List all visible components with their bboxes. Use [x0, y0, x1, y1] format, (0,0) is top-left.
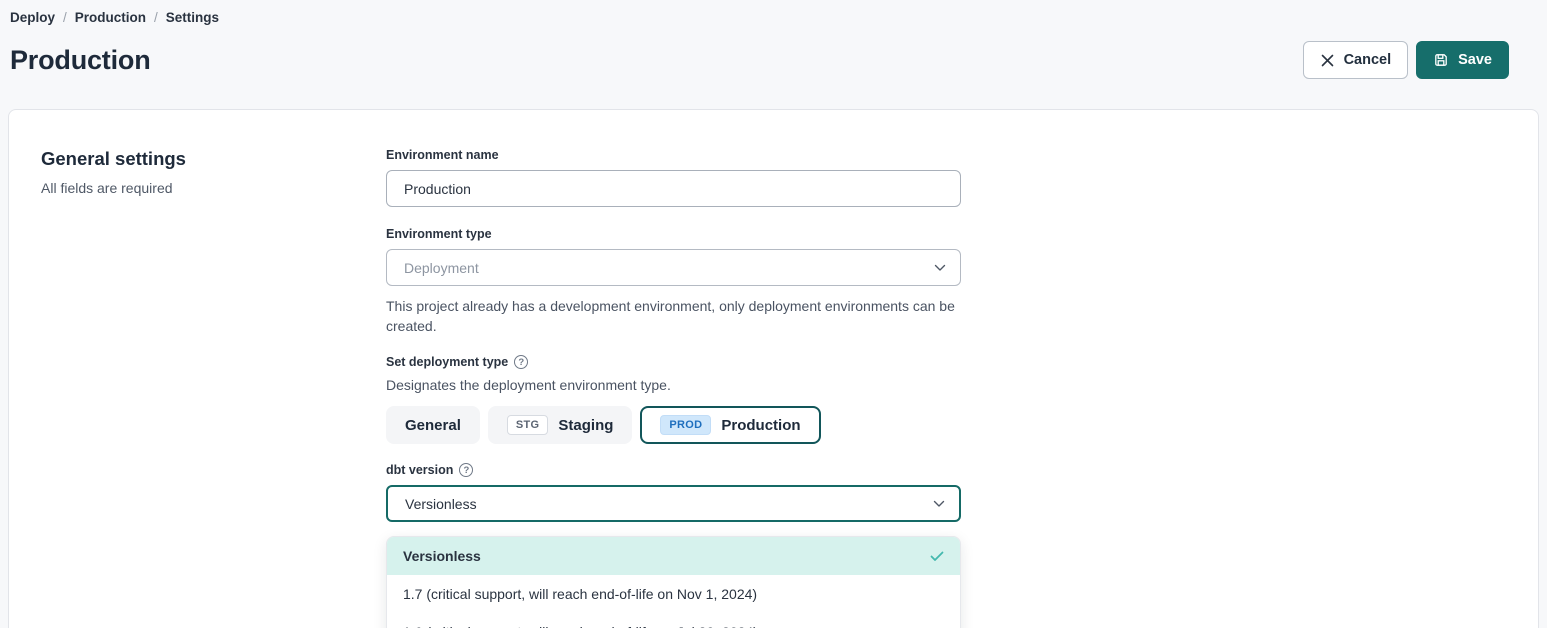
deployment-type-option-label: General — [405, 417, 461, 434]
deployment-type-description: Designates the deployment environment ty… — [386, 377, 961, 393]
deployment-type-label: Set deployment type — [386, 355, 961, 369]
breadcrumb-deploy[interactable]: Deploy — [10, 10, 55, 25]
deployment-type-options: General STG Staging PROD Production — [386, 406, 961, 444]
section-info: General settings All fields are required — [41, 148, 386, 628]
environment-name-label: Environment name — [386, 148, 961, 162]
dbt-version-label: dbt version — [386, 463, 961, 477]
check-icon — [930, 551, 944, 562]
deployment-type-option-label: Staging — [558, 417, 613, 434]
dbt-version-value: Versionless — [405, 496, 477, 512]
cancel-button-label: Cancel — [1344, 52, 1392, 68]
dropdown-option-1-6[interactable]: 1.6 (critical support, will reach end-of… — [387, 613, 960, 628]
save-button-label: Save — [1458, 52, 1492, 68]
section-title: General settings — [41, 148, 386, 170]
dropdown-option-label: 1.6 (critical support, will reach end-of… — [403, 624, 758, 628]
breadcrumb-settings[interactable]: Settings — [166, 10, 219, 25]
cancel-button[interactable]: Cancel — [1303, 41, 1409, 79]
deployment-type-option-production[interactable]: PROD Production — [640, 406, 820, 444]
dbt-version-label-text: dbt version — [386, 463, 453, 477]
deployment-type-option-staging[interactable]: STG Staging — [488, 406, 633, 444]
dropdown-option-1-7[interactable]: 1.7 (critical support, will reach end-of… — [387, 575, 960, 613]
page-header: Deploy / Production / Settings Productio… — [0, 0, 1547, 79]
page-title: Production — [10, 45, 151, 76]
dropdown-option-versionless[interactable]: Versionless — [387, 537, 960, 575]
dbt-version-select[interactable]: Versionless — [386, 485, 961, 522]
help-icon[interactable] — [514, 355, 528, 369]
deployment-type-option-general[interactable]: General — [386, 406, 480, 444]
dbt-version-dropdown: Versionless 1.7 (critical support, will … — [386, 536, 961, 628]
chevron-down-icon — [933, 500, 945, 508]
save-disk-icon — [1433, 52, 1449, 68]
production-badge: PROD — [660, 415, 711, 435]
save-button[interactable]: Save — [1416, 41, 1509, 79]
section-subtitle: All fields are required — [41, 180, 386, 196]
settings-form: Environment name Environment type Deploy… — [386, 148, 961, 628]
breadcrumb-separator: / — [154, 10, 158, 25]
deployment-type-label-text: Set deployment type — [386, 355, 508, 369]
chevron-down-icon — [934, 264, 946, 272]
breadcrumb: Deploy / Production / Settings — [10, 10, 1537, 25]
environment-type-label: Environment type — [386, 227, 961, 241]
dropdown-option-label: Versionless — [403, 548, 481, 564]
close-icon — [1320, 53, 1335, 68]
breadcrumb-production[interactable]: Production — [75, 10, 146, 25]
dropdown-option-label: 1.7 (critical support, will reach end-of… — [403, 586, 757, 602]
header-actions: Cancel Save — [1303, 41, 1509, 79]
environment-type-value: Deployment — [404, 260, 479, 276]
general-settings-card: General settings All fields are required… — [8, 109, 1539, 628]
breadcrumb-separator: / — [63, 10, 67, 25]
environment-name-input[interactable] — [386, 170, 961, 207]
environment-type-helper: This project already has a development e… — [386, 296, 961, 336]
environment-type-select[interactable]: Deployment — [386, 249, 961, 286]
help-icon[interactable] — [459, 463, 473, 477]
staging-badge: STG — [507, 415, 549, 435]
deployment-type-option-label: Production — [721, 417, 800, 434]
